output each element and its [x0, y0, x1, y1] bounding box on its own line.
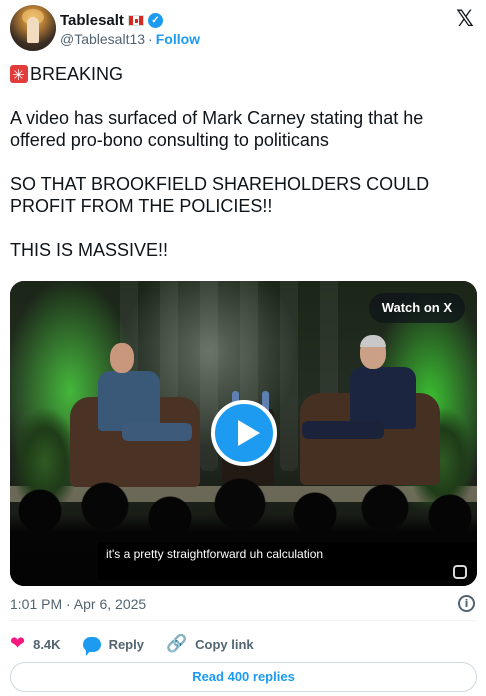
avatar-figure: [27, 17, 39, 43]
tweet-timestamp[interactable]: 1:01 PM · Apr 6, 2025: [10, 596, 146, 612]
author-handle-row: @Tablesalt13 · Follow: [60, 31, 200, 47]
speaker-left-head: [110, 343, 134, 373]
reply-button[interactable]: Reply: [82, 636, 144, 656]
x-logo-icon[interactable]: 𝕏: [454, 9, 476, 31]
link-icon: 🔗: [165, 633, 188, 654]
tweet-text: BREAKING A video has surfaced of Mark Ca…: [10, 64, 430, 260]
speaker-left-legs: [122, 423, 192, 441]
reply-label: Reply: [108, 636, 144, 652]
video-control-icon[interactable]: [453, 565, 467, 579]
tweet-text-block: BREAKING A video has surfaced of Mark Ca…: [10, 63, 476, 261]
copy-link-label: Copy link: [195, 636, 254, 652]
author-name-row: Tablesalt ✓: [60, 11, 163, 29]
author-name[interactable]: Tablesalt: [60, 12, 124, 29]
follow-button[interactable]: Follow: [156, 31, 200, 47]
like-count: 8.4K: [33, 636, 61, 652]
copy-link-button[interactable]: 🔗 Copy link: [165, 633, 254, 654]
play-icon[interactable]: [211, 400, 277, 466]
read-replies-button[interactable]: Read 400 replies: [10, 662, 477, 692]
author-handle[interactable]: @Tablesalt13: [60, 31, 145, 47]
speaker-right-hair: [360, 335, 386, 347]
reply-bubble-icon: [82, 636, 101, 656]
separator-dot: ·: [148, 31, 153, 47]
verified-badge-icon: ✓: [147, 12, 163, 28]
video-caption: it's a pretty straightforward uh calcula…: [98, 542, 477, 580]
rotating-light-icon: [10, 64, 28, 86]
curtain-fold: [280, 281, 298, 471]
speaker-left: [92, 343, 192, 469]
heart-icon: ❤: [10, 633, 26, 654]
speaker-right: [302, 335, 426, 467]
speaker-right-body: [350, 367, 416, 429]
speaker-left-body: [98, 371, 160, 431]
canada-flag-icon: [127, 14, 144, 26]
like-button[interactable]: ❤ 8.4K: [10, 635, 61, 653]
tweet-header: Tablesalt ✓ @Tablesalt13 · Follow 𝕏: [10, 5, 476, 53]
action-bar: ❤ 8.4K Reply 🔗 Copy link: [10, 632, 276, 656]
speaker-right-legs: [302, 421, 384, 439]
info-icon[interactable]: i: [458, 595, 475, 612]
avatar[interactable]: [10, 5, 56, 51]
video-player[interactable]: Watch on X it's a pretty straightforward…: [10, 281, 477, 586]
divider: [10, 620, 476, 621]
watch-on-x-button[interactable]: Watch on X: [368, 293, 465, 323]
